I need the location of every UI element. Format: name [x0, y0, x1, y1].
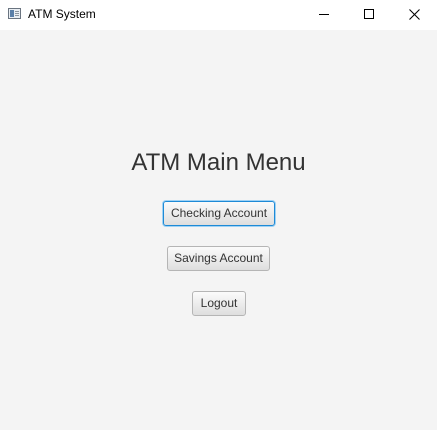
app-window-icon	[8, 8, 21, 19]
maximize-button[interactable]	[346, 0, 392, 30]
savings-account-button[interactable]: Savings Account	[167, 246, 270, 271]
window-title: ATM System	[28, 7, 96, 21]
logout-button[interactable]: Logout	[192, 291, 246, 316]
checking-account-button[interactable]: Checking Account	[163, 201, 275, 226]
page-title: ATM Main Menu	[131, 149, 306, 176]
title-bar[interactable]: ATM System	[0, 0, 437, 30]
main-panel: ATM Main Menu Checking Account Savings A…	[0, 30, 437, 430]
app-window: ATM System ATM Main Menu Checking Accoun…	[0, 0, 437, 430]
minimize-button[interactable]	[300, 0, 346, 30]
minimize-icon	[319, 14, 329, 15]
maximize-icon	[364, 9, 374, 19]
close-icon	[409, 9, 420, 20]
close-button[interactable]	[392, 0, 437, 30]
